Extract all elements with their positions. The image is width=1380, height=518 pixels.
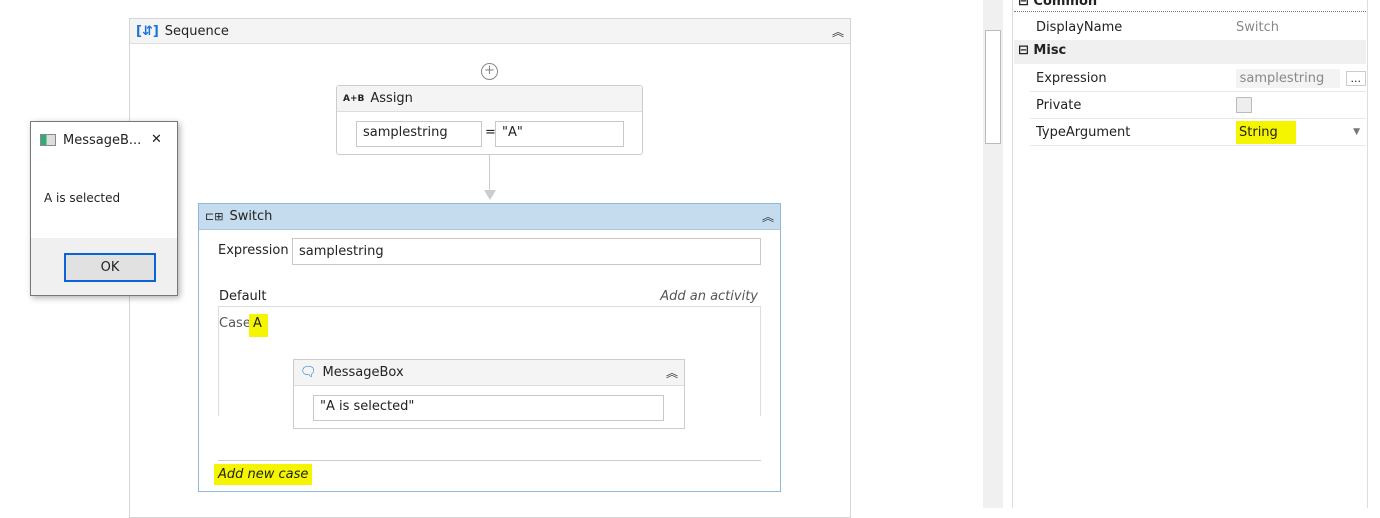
- prop-typeargument[interactable]: TypeArgument String ▼: [1030, 119, 1366, 146]
- assign-to-input[interactable]: samplestring: [356, 121, 482, 147]
- common-label: Common: [1033, 0, 1098, 9]
- collapse-icon[interactable]: ︽: [762, 208, 774, 225]
- switch-icon: ⊏⊞: [205, 210, 224, 223]
- private-label: Private: [1036, 97, 1082, 113]
- sequence-title: Sequence: [164, 23, 229, 39]
- assign-icon: A+B: [343, 93, 365, 104]
- expression-label: Expression: [218, 243, 289, 258]
- displayname-value[interactable]: Switch: [1236, 20, 1279, 35]
- collapse-icon[interactable]: ︽: [832, 23, 844, 40]
- private-checkbox[interactable]: [1236, 97, 1252, 113]
- messagebox-activity[interactable]: 🗨 MessageBox ︽ "A is selected": [293, 359, 685, 429]
- sequence-icon: [⇵]: [136, 23, 159, 39]
- dropdown-arrow-icon[interactable]: ▼: [1353, 127, 1360, 137]
- case-value[interactable]: A: [249, 314, 268, 337]
- typearg-dropdown[interactable]: String: [1236, 120, 1296, 144]
- assign-activity[interactable]: A+B Assign samplestring = "A": [336, 85, 643, 155]
- message-text-input[interactable]: "A is selected": [313, 395, 664, 421]
- ok-button[interactable]: OK: [64, 253, 156, 282]
- case-label: Case: [219, 316, 251, 331]
- expression-prop-value[interactable]: samplestring: [1235, 68, 1340, 88]
- switch-activity[interactable]: ⊏⊞ Switch ︽ Expression samplestring Defa…: [198, 203, 781, 492]
- close-button[interactable]: ✕: [151, 132, 162, 147]
- ellipsis-button[interactable]: ...: [1345, 70, 1366, 86]
- prop-expression[interactable]: Expression samplestring...: [1030, 65, 1366, 92]
- dialog-title: MessageB...: [63, 133, 142, 148]
- sequence-header[interactable]: [⇵] Sequence ︽: [130, 19, 850, 44]
- typearg-label: TypeArgument: [1036, 124, 1131, 140]
- assign-title: Assign: [370, 91, 413, 106]
- switch-title: Switch: [229, 209, 273, 224]
- message-icon: 🗨: [300, 365, 317, 380]
- displayname-label: DisplayName: [1036, 19, 1123, 35]
- expression-input[interactable]: samplestring: [292, 238, 761, 265]
- properties-scrollbar[interactable]: [983, 0, 1003, 508]
- messagebox-dialog[interactable]: MessageB... ✕ A is selected OK: [30, 121, 178, 296]
- arrow-head: [484, 190, 496, 200]
- connector-arrow: [489, 155, 490, 191]
- prop-displayname[interactable]: DisplayName Switch: [1030, 14, 1366, 41]
- dialog-message: A is selected: [44, 191, 121, 205]
- expression-prop-label: Expression: [1036, 70, 1107, 86]
- messagebox-title: MessageBox: [322, 365, 404, 380]
- default-label: Default: [219, 289, 267, 304]
- divider: [218, 460, 761, 461]
- app-icon: [40, 134, 56, 146]
- prop-private[interactable]: Private: [1030, 92, 1366, 119]
- assign-value-input[interactable]: "A": [495, 121, 624, 147]
- category-common[interactable]: ⊟ Common: [1014, 0, 1366, 12]
- collapse-icon[interactable]: ︽: [666, 364, 678, 381]
- add-new-case-link[interactable]: Add new case: [214, 464, 313, 485]
- add-activity-icon[interactable]: +: [481, 63, 498, 80]
- add-activity-link[interactable]: Add an activity: [660, 289, 758, 304]
- misc-label: Misc: [1033, 43, 1067, 58]
- category-misc[interactable]: ⊟ Misc: [1014, 40, 1366, 64]
